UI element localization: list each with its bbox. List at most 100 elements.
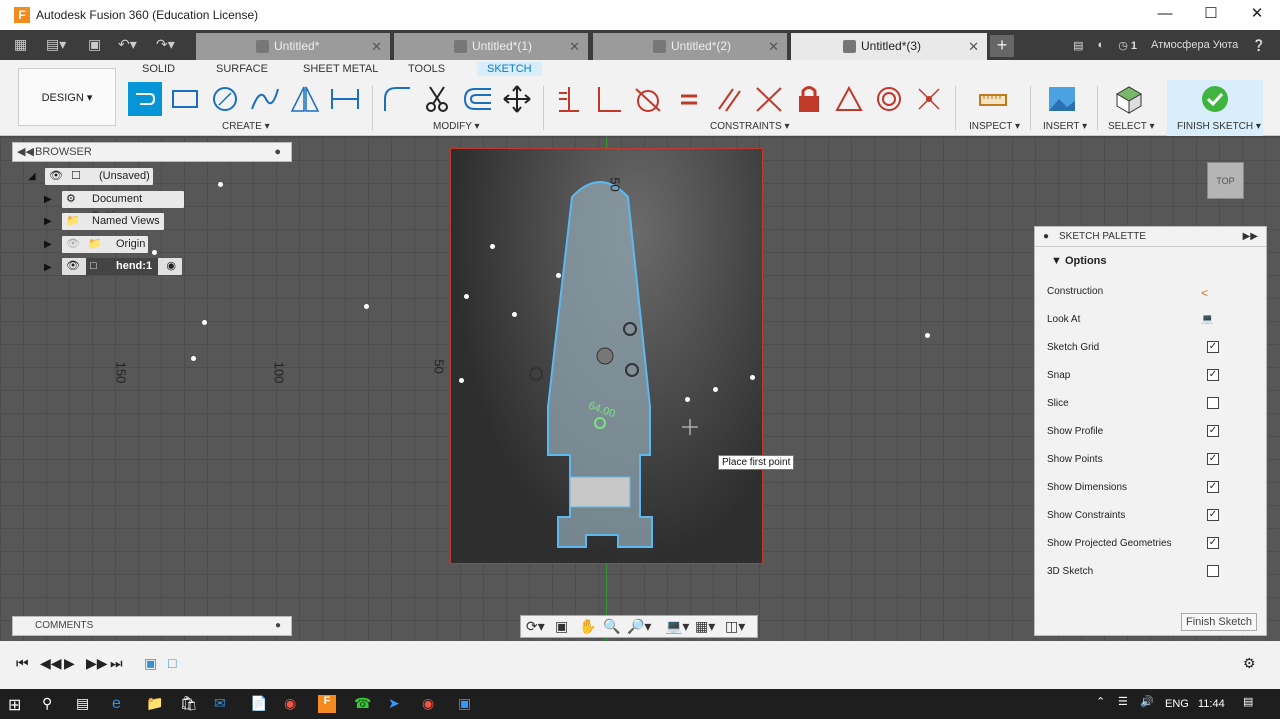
timeline-settings-gear-icon[interactable]: ⚙	[1243, 655, 1256, 672]
finish-sketch-button[interactable]: Finish Sketch	[1181, 613, 1257, 631]
coincident-constraint-icon[interactable]	[752, 82, 786, 116]
comments-panel[interactable]: COMMENTS ●	[12, 616, 292, 636]
file-explorer-icon[interactable]: 📁	[146, 695, 164, 713]
visibility-eye-icon[interactable]: 👁	[66, 258, 80, 275]
language-indicator[interactable]: ENG	[1165, 698, 1189, 710]
whatsapp-icon[interactable]: ☎	[354, 695, 372, 713]
browser-root-node[interactable]: 👁 ☐ (Unsaved)	[45, 168, 153, 185]
rectangle-tool-icon[interactable]	[168, 82, 202, 116]
parallel-constraint-icon[interactable]	[712, 82, 746, 116]
go-to-end-icon[interactable]: ⏭	[110, 655, 123, 672]
browser-origin[interactable]: 👁 📁 Origin	[62, 236, 148, 253]
mirror-tool-icon[interactable]	[288, 82, 322, 116]
orbit-icon[interactable]: ⟳▾	[526, 618, 545, 635]
palette-row-look-at[interactable]: Look At 💻	[1047, 314, 1257, 325]
search-icon[interactable]: ⚲	[42, 695, 60, 713]
minimize-button[interactable]: —	[1142, 0, 1188, 30]
equal-constraint-icon[interactable]	[672, 82, 706, 116]
sketch-point[interactable]	[459, 378, 464, 383]
sketch-grid-checkbox[interactable]: ✓	[1207, 341, 1219, 353]
telegram-icon[interactable]: ➤	[388, 695, 406, 713]
app-window-icon[interactable]: ▣	[458, 695, 476, 713]
sketch-point[interactable]	[364, 304, 369, 309]
tab-untitled-2[interactable]: Untitled*(2) ✕	[593, 33, 787, 60]
browser-named-views[interactable]: 📁 Named Views	[62, 213, 164, 230]
perpendicular-constraint-icon[interactable]	[592, 82, 626, 116]
undo-icon[interactable]: ↶▾	[118, 36, 137, 53]
spline-tool-icon[interactable]	[248, 82, 282, 116]
fillet-tool-icon[interactable]	[380, 82, 414, 116]
palette-row-snap[interactable]: Snap ✓	[1047, 369, 1257, 381]
add-comment-icon[interactable]: ●	[275, 617, 281, 635]
tray-chevron-icon[interactable]: ⌃	[1096, 695, 1114, 713]
inspect-menu[interactable]: INSPECT ▾	[969, 121, 1020, 132]
mail-icon[interactable]: ✉	[214, 695, 232, 713]
show-points-checkbox[interactable]: ✓	[1207, 453, 1219, 465]
insert-menu[interactable]: INSERT ▾	[1043, 121, 1087, 132]
close-tab-icon[interactable]: ✕	[968, 33, 979, 60]
notifications-icon[interactable]: ▤	[1073, 39, 1083, 52]
visibility-eye-icon[interactable]: 👁	[49, 168, 63, 185]
volume-icon[interactable]: 🔊	[1140, 695, 1158, 713]
zoom-icon[interactable]: 🔍	[603, 618, 620, 635]
palette-header[interactable]: ● SKETCH PALETTE ▶▶	[1035, 227, 1266, 247]
step-back-icon[interactable]: ◀◀	[40, 655, 62, 672]
document-icon[interactable]: 📄	[250, 695, 268, 713]
close-tab-icon[interactable]: ✕	[371, 33, 382, 60]
file-menu-icon[interactable]: ▤▾	[46, 36, 66, 53]
sketch-point[interactable]	[713, 387, 718, 392]
finish-sketch-menu[interactable]: FINISH SKETCH ▾	[1177, 121, 1261, 132]
new-tab-button[interactable]: +	[990, 35, 1014, 57]
palette-options-icon[interactable]: ●	[1043, 227, 1049, 247]
sketch-point[interactable]	[464, 294, 469, 299]
browser-sketch-hend[interactable]: 👁 □ hend:1 ◉	[62, 258, 182, 275]
show-dimensions-checkbox[interactable]: ✓	[1207, 481, 1219, 493]
sketch-point[interactable]	[152, 250, 157, 255]
tab-solid[interactable]: SOLID	[142, 63, 175, 75]
clock[interactable]: 11:44	[1198, 698, 1225, 710]
constraints-menu[interactable]: CONSTRAINTS ▾	[710, 121, 789, 132]
expand-triangle-icon[interactable]: ▶	[44, 216, 52, 227]
move-tool-icon[interactable]	[500, 82, 534, 116]
display-settings-icon[interactable]: 💻▾	[665, 618, 689, 635]
viewports-icon[interactable]: ◫▾	[725, 618, 745, 635]
tab-untitled-3[interactable]: Untitled*(3) ✕	[791, 33, 987, 60]
expand-triangle-icon[interactable]: ▶	[44, 239, 52, 250]
collapse-triangle-icon[interactable]: ◢	[28, 171, 36, 182]
circle-tool-icon[interactable]	[208, 82, 242, 116]
step-forward-icon[interactable]: ▶▶	[86, 655, 108, 672]
sketch-point[interactable]	[685, 397, 690, 402]
fix-constraint-icon[interactable]	[792, 82, 826, 116]
show-projected-geometries-checkbox[interactable]: ✓	[1207, 537, 1219, 549]
action-center-icon[interactable]: ▤	[1243, 695, 1261, 713]
snap-checkbox[interactable]: ✓	[1207, 369, 1219, 381]
timeline-image-feature-icon[interactable]: ▣	[144, 655, 157, 672]
sketch-point[interactable]	[556, 273, 561, 278]
pan-icon[interactable]: ✋	[579, 618, 596, 635]
palette-row-sketch-grid[interactable]: Sketch Grid ✓	[1047, 341, 1257, 353]
palette-row-3d-sketch[interactable]: 3D Sketch	[1047, 565, 1257, 577]
construction-icon[interactable]: <	[1201, 286, 1208, 300]
palette-row-slice[interactable]: Slice	[1047, 397, 1257, 409]
sketch-point[interactable]	[750, 375, 755, 380]
palette-row-show-profile[interactable]: Show Profile ✓	[1047, 425, 1257, 437]
close-window-button[interactable]: ✕	[1234, 0, 1280, 30]
measure-tool-icon[interactable]	[976, 82, 1010, 116]
look-at-icon[interactable]: 💻	[1201, 314, 1213, 325]
line-tool-icon[interactable]	[128, 82, 162, 116]
trim-tool-icon[interactable]	[420, 82, 454, 116]
palette-row-construction[interactable]: Construction <	[1047, 286, 1257, 300]
tab-sketch[interactable]: SKETCH	[477, 62, 542, 76]
close-tab-icon[interactable]: ✕	[768, 33, 779, 60]
tab-sheet-metal[interactable]: SHEET METAL	[303, 63, 378, 75]
store-icon[interactable]: 🛍	[180, 695, 198, 713]
sketch-point[interactable]	[218, 182, 223, 187]
show-profile-checkbox[interactable]: ✓	[1207, 425, 1219, 437]
sketch-point[interactable]	[490, 244, 495, 249]
sketch-point[interactable]	[191, 356, 196, 361]
select-menu[interactable]: SELECT ▾	[1108, 121, 1155, 132]
dimension-tool-icon[interactable]	[328, 82, 362, 116]
offset-tool-icon[interactable]	[460, 82, 494, 116]
timeline-sketch-feature-icon[interactable]: □	[168, 655, 176, 671]
play-icon[interactable]: ▶	[64, 655, 75, 672]
